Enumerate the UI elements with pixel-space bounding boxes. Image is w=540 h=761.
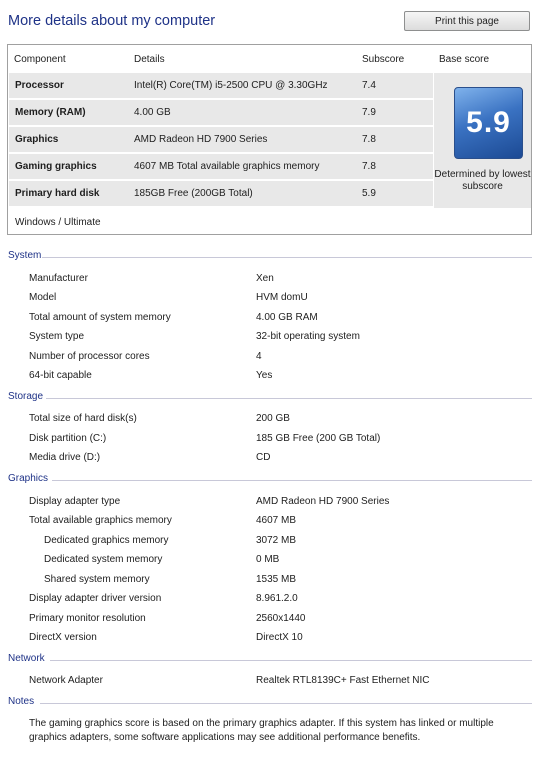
section-title: Storage <box>8 391 44 402</box>
property-value: 8.961.2.0 <box>256 593 298 604</box>
section-header-notes: Notes <box>8 696 532 710</box>
property-value: 3072 MB <box>256 535 297 546</box>
component-details: 4607 MB Total available graphics memory <box>134 161 320 172</box>
section-title: Network <box>8 653 45 664</box>
property-value: HVM domU <box>256 292 308 303</box>
section-header-network: Network <box>8 653 532 667</box>
property-label: Dedicated graphics memory <box>44 535 169 546</box>
property-label: Number of processor cores <box>29 351 150 362</box>
property-value: 1535 MB <box>256 574 297 585</box>
component-label: Processor <box>15 80 64 91</box>
page-title: More details about my computer <box>8 13 216 29</box>
component-subscore: 7.8 <box>362 161 376 172</box>
property-value: Yes <box>256 370 273 381</box>
column-header-subscore: Subscore <box>362 54 405 65</box>
section-header-system: System <box>8 250 532 264</box>
component-subscore: 7.9 <box>362 107 376 118</box>
property-label: Primary monitor resolution <box>29 613 146 624</box>
property-label: Total size of hard disk(s) <box>29 413 137 424</box>
property-label: System type <box>29 331 85 342</box>
section-header-storage: Storage <box>8 391 532 405</box>
score-row-primary-hard-disk: Primary hard disk 185GB Free (200GB Tota… <box>9 181 433 206</box>
property-label: Total available graphics memory <box>29 515 172 526</box>
property-value: AMD Radeon HD 7900 Series <box>256 496 390 507</box>
score-row-memory: Memory (RAM) 4.00 GB 7.9 <box>9 100 433 125</box>
score-row-graphics: Graphics AMD Radeon HD 7900 Series 7.8 <box>9 127 433 152</box>
column-header-component: Component <box>14 54 66 65</box>
property-value: 32-bit operating system <box>256 331 360 342</box>
property-label: Display adapter driver version <box>29 593 162 604</box>
property-label: 64-bit capable <box>29 370 92 381</box>
property-label: Shared system memory <box>44 574 150 585</box>
property-value: 0 MB <box>256 554 280 565</box>
section-divider <box>46 398 532 399</box>
component-details: 185GB Free (200GB Total) <box>134 188 253 199</box>
component-label: Gaming graphics <box>15 161 97 172</box>
property-label: DirectX version <box>29 632 97 643</box>
property-label: Display adapter type <box>29 496 121 507</box>
base-score-badge: 5.9 <box>454 87 523 159</box>
base-score-cell: 5.9 Determined by lowest subscore <box>434 73 531 208</box>
column-header-details: Details <box>134 54 165 65</box>
property-label: Total amount of system memory <box>29 312 171 323</box>
section-title: Graphics <box>8 473 49 484</box>
base-score-note: Determined by lowest subscore <box>434 169 531 192</box>
property-label: Disk partition (C:) <box>29 433 107 444</box>
property-value: 4607 MB <box>256 515 297 526</box>
component-details: AMD Radeon HD 7900 Series <box>134 134 268 145</box>
property-value: 4 <box>256 351 262 362</box>
component-subscore: 7.4 <box>362 80 376 91</box>
section-divider <box>40 703 532 704</box>
component-details: Intel(R) Core(TM) i5-2500 CPU @ 3.30GHz <box>134 80 328 91</box>
component-label: Primary hard disk <box>15 188 100 199</box>
property-label: Model <box>29 292 57 303</box>
column-header-base-score: Base score <box>439 54 490 65</box>
score-row-processor: Processor Intel(R) Core(TM) i5-2500 CPU … <box>9 73 433 98</box>
score-table-header: Component Details Subscore Base score <box>8 45 531 72</box>
property-label: Manufacturer <box>29 273 88 284</box>
windows-edition: Windows / Ultimate <box>15 217 101 228</box>
property-value: 2560x1440 <box>256 613 306 624</box>
print-button[interactable]: Print this page <box>404 11 530 31</box>
component-details: 4.00 GB <box>134 107 171 118</box>
section-header-graphics: Graphics <box>8 473 532 487</box>
property-value: 4.00 GB RAM <box>256 312 318 323</box>
property-value: 200 GB <box>256 413 290 424</box>
section-divider <box>50 660 532 661</box>
score-row-gaming-graphics: Gaming graphics 4607 MB Total available … <box>9 154 433 179</box>
property-value: 185 GB Free (200 GB Total) <box>256 433 381 444</box>
property-label: Network Adapter <box>29 675 103 686</box>
score-table: Component Details Subscore Base score Pr… <box>7 44 532 235</box>
property-value: DirectX 10 <box>256 632 303 643</box>
component-subscore: 5.9 <box>362 188 376 199</box>
component-subscore: 7.8 <box>362 134 376 145</box>
section-divider <box>42 257 532 258</box>
section-divider <box>52 480 532 481</box>
component-label: Graphics <box>15 134 59 145</box>
notes-text: The gaming graphics score is based on th… <box>29 718 494 743</box>
property-value: Xen <box>256 273 274 284</box>
property-value: CD <box>256 452 271 463</box>
property-label: Media drive (D:) <box>29 452 101 463</box>
property-value: Realtek RTL8139C+ Fast Ethernet NIC <box>256 675 430 686</box>
section-title: Notes <box>8 696 35 707</box>
section-title: System <box>8 250 42 261</box>
property-label: Dedicated system memory <box>44 554 163 565</box>
component-label: Memory (RAM) <box>15 107 86 118</box>
